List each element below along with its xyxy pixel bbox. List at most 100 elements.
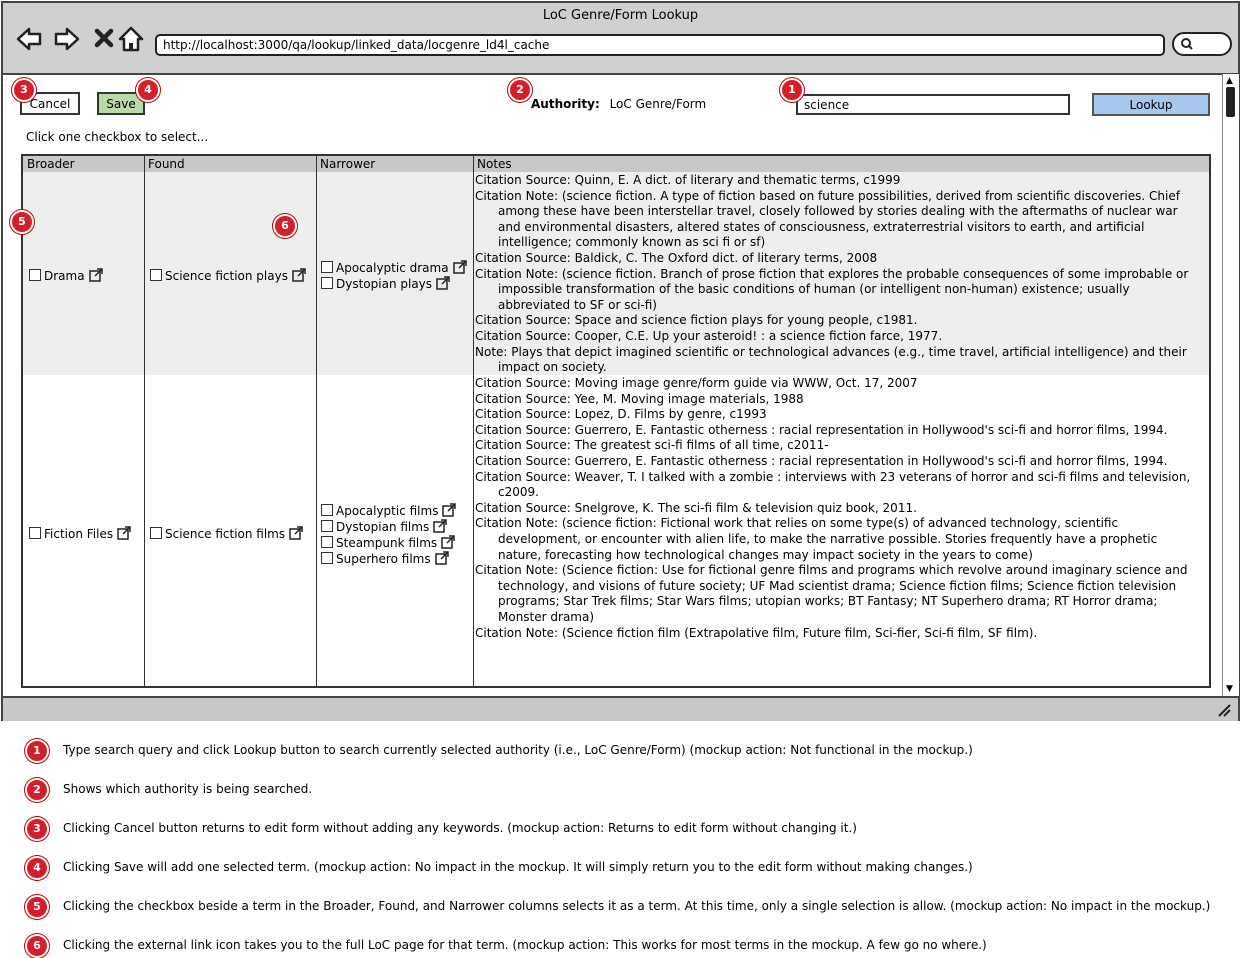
broader-term[interactable]: Drama xyxy=(29,268,103,283)
status-bar xyxy=(3,696,1238,721)
narrower-term[interactable]: Dystopian films xyxy=(321,519,447,534)
vertical-scrollbar[interactable]: ▲ ▼ xyxy=(1222,74,1239,696)
term-label: Science fiction plays xyxy=(165,269,288,283)
legend-text: Clicking the checkbox beside a term in t… xyxy=(63,899,1211,913)
external-link-icon[interactable] xyxy=(442,503,457,517)
forward-arrow-icon[interactable] xyxy=(53,25,81,53)
broader-term[interactable]: Fiction Files xyxy=(29,526,131,541)
column-divider xyxy=(473,156,474,686)
term-label: Superhero films xyxy=(336,552,431,566)
term-checkbox[interactable] xyxy=(150,269,162,281)
note-line: Citation Note: (Science fiction film (Ex… xyxy=(475,625,1038,640)
narrower-term[interactable]: Superhero films xyxy=(321,551,449,566)
external-link-icon[interactable] xyxy=(292,268,306,282)
url-bar[interactable]: http://localhost:3000/qa/lookup/linked_d… xyxy=(155,34,1165,56)
term-checkbox[interactable] xyxy=(150,527,162,539)
home-icon[interactable] xyxy=(117,25,145,53)
note-line: Note: Plays that depict imagined scienti… xyxy=(475,344,1187,375)
legend-text: Type search query and click Lookup butto… xyxy=(63,743,973,757)
note-line: Citation Source: Snelgrove, K. The sci-f… xyxy=(475,500,917,515)
title-bar: LoC Genre/Form Lookup http://localhost:3… xyxy=(3,3,1238,75)
note-line: Citation Source: Lopez, D. Films by genr… xyxy=(475,407,767,422)
legend-text: Clicking Save will add one selected term… xyxy=(63,860,973,874)
external-link-icon[interactable] xyxy=(434,551,449,565)
results-table: Broader Found Narrower Notes Drama Scien… xyxy=(21,154,1211,688)
lookup-button[interactable]: Lookup xyxy=(1092,93,1210,116)
window-title: LoC Genre/Form Lookup xyxy=(542,8,699,23)
note-line: Citation Note: (Science fiction: Use for… xyxy=(475,563,1188,624)
note-line: Citation Source: The greatest sci-fi fil… xyxy=(475,438,829,453)
note-line: Citation Source: Space and science ficti… xyxy=(475,313,918,328)
legend-badge: 1 xyxy=(25,739,49,763)
scroll-thumb[interactable] xyxy=(1226,87,1235,117)
external-link-icon[interactable] xyxy=(289,526,303,540)
term-label: Apocalyptic films xyxy=(336,504,439,518)
authority-display: Authority: LoC Genre/Form xyxy=(531,97,706,111)
back-arrow-icon[interactable] xyxy=(15,25,43,53)
narrower-term[interactable]: Steampunk films xyxy=(321,535,455,550)
legend-badge: 2 xyxy=(25,778,49,802)
term-label: Steampunk films xyxy=(336,536,438,550)
legend-text: Shows which authority is being searched. xyxy=(63,782,313,796)
legend-badge: 3 xyxy=(25,817,49,841)
term-checkbox[interactable] xyxy=(321,520,333,532)
external-link-icon[interactable] xyxy=(117,526,131,540)
term-checkbox[interactable] xyxy=(321,536,333,548)
term-checkbox[interactable] xyxy=(321,277,333,289)
scroll-up-arrow-icon[interactable]: ▲ xyxy=(1226,76,1233,86)
note-line: Citation Source: Guerrero, E. Fantastic … xyxy=(475,453,1168,468)
authority-value: LoC Genre/Form xyxy=(609,97,707,111)
notes-cell: Citation Source: Moving image genre/form… xyxy=(475,376,1195,641)
found-term[interactable]: Science fiction films xyxy=(150,526,303,541)
legend-text: Clicking Cancel button returns to edit f… xyxy=(63,821,857,835)
term-label: Drama xyxy=(44,269,85,283)
term-label: Science fiction films xyxy=(165,527,286,541)
legend-badge: 6 xyxy=(25,934,49,958)
note-line: Citation Note: (science fiction: Fiction… xyxy=(475,516,1158,562)
note-line: Citation Source: Guerrero, E. Fantastic … xyxy=(475,422,1168,437)
note-line: Citation Source: Cooper, C.E. Up your as… xyxy=(475,328,943,343)
found-term[interactable]: Science fiction plays xyxy=(150,268,306,283)
term-label: Apocalyptic drama xyxy=(336,261,449,275)
term-checkbox[interactable] xyxy=(29,527,41,539)
term-checkbox[interactable] xyxy=(29,269,41,281)
term-checkbox[interactable] xyxy=(321,504,333,516)
annotation-badge: 2 xyxy=(508,78,532,102)
note-line: Citation Note: (science fiction. A type … xyxy=(475,188,1180,250)
browser-search-box[interactable] xyxy=(1172,32,1232,56)
external-link-icon[interactable] xyxy=(88,268,103,282)
annotation-badge: 6 xyxy=(273,214,297,238)
legend-text: Clicking the external link icon takes yo… xyxy=(63,938,987,952)
narrower-term[interactable]: Apocalyptic drama xyxy=(321,260,467,275)
narrower-term[interactable]: Apocalyptic films xyxy=(321,503,457,518)
column-header-narrower: Narrower xyxy=(316,156,473,172)
legend-badge: 5 xyxy=(25,895,49,919)
note-line: Citation Source: Yee, M. Moving image ma… xyxy=(475,391,804,406)
resize-grip-icon[interactable] xyxy=(1217,703,1231,717)
term-label: Dystopian plays xyxy=(336,277,433,291)
annotation-badge: 3 xyxy=(12,78,36,102)
column-divider xyxy=(144,156,145,686)
column-header-broader: Broader xyxy=(23,156,144,172)
note-line: Citation Source: Moving image genre/form… xyxy=(475,376,918,390)
search-icon xyxy=(1181,38,1193,50)
column-header-notes: Notes xyxy=(473,156,1209,172)
browser-window: LoC Genre/Form Lookup http://localhost:3… xyxy=(1,1,1240,721)
external-link-icon[interactable] xyxy=(452,260,467,274)
term-label: Dystopian films xyxy=(336,520,430,534)
term-checkbox[interactable] xyxy=(321,261,333,273)
narrower-term[interactable]: Dystopian plays xyxy=(321,276,450,291)
external-link-icon[interactable] xyxy=(436,276,450,290)
annotation-badge: 4 xyxy=(136,78,160,102)
external-link-icon[interactable] xyxy=(441,535,455,549)
instructions-text: Click one checkbox to select... xyxy=(26,130,209,144)
scroll-down-arrow-icon[interactable]: ▼ xyxy=(1226,684,1233,694)
notes-cell: Citation Source: Quinn, E. A dict. of li… xyxy=(475,173,1195,376)
annotation-badge: 1 xyxy=(780,78,804,102)
stop-icon[interactable] xyxy=(91,25,119,53)
external-link-icon[interactable] xyxy=(433,519,447,533)
note-line: Citation Source: Baldick, C. The Oxford … xyxy=(475,250,878,265)
term-checkbox[interactable] xyxy=(321,552,333,564)
note-line: Citation Source: Quinn, E. A dict. of li… xyxy=(475,173,901,187)
search-input[interactable]: science xyxy=(796,94,1070,115)
